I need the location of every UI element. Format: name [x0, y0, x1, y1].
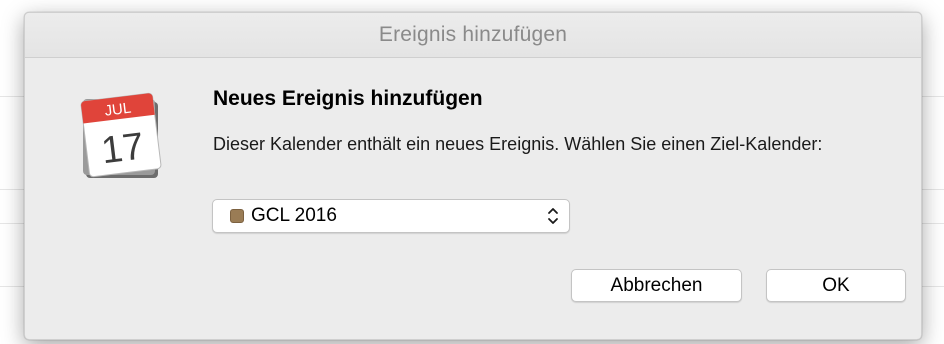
add-event-dialog: Ereignis hinzufügen JUL 17 Neues Ereigni…: [24, 12, 922, 340]
calendar-color-swatch: [230, 209, 244, 223]
calendar-select-value: GCL 2016: [251, 205, 337, 226]
cancel-button[interactable]: Abbrechen: [571, 269, 742, 302]
calendar-select[interactable]: GCL 2016: [212, 199, 570, 233]
dialog-titlebar[interactable]: Ereignis hinzufügen: [25, 13, 921, 58]
chevron-updown-icon: [546, 205, 560, 227]
dialog-headline: Neues Ereignis hinzufügen: [213, 87, 483, 110]
ok-button[interactable]: OK: [766, 269, 906, 302]
dialog-message: Dieser Kalender enthält ein neues Ereign…: [213, 134, 823, 154]
window-title: Ereignis hinzufügen: [378, 23, 568, 46]
calendar-icon-month: JUL: [104, 100, 133, 120]
calendar-icon-day: 17: [99, 125, 146, 172]
calendar-icon: JUL 17: [77, 89, 165, 183]
